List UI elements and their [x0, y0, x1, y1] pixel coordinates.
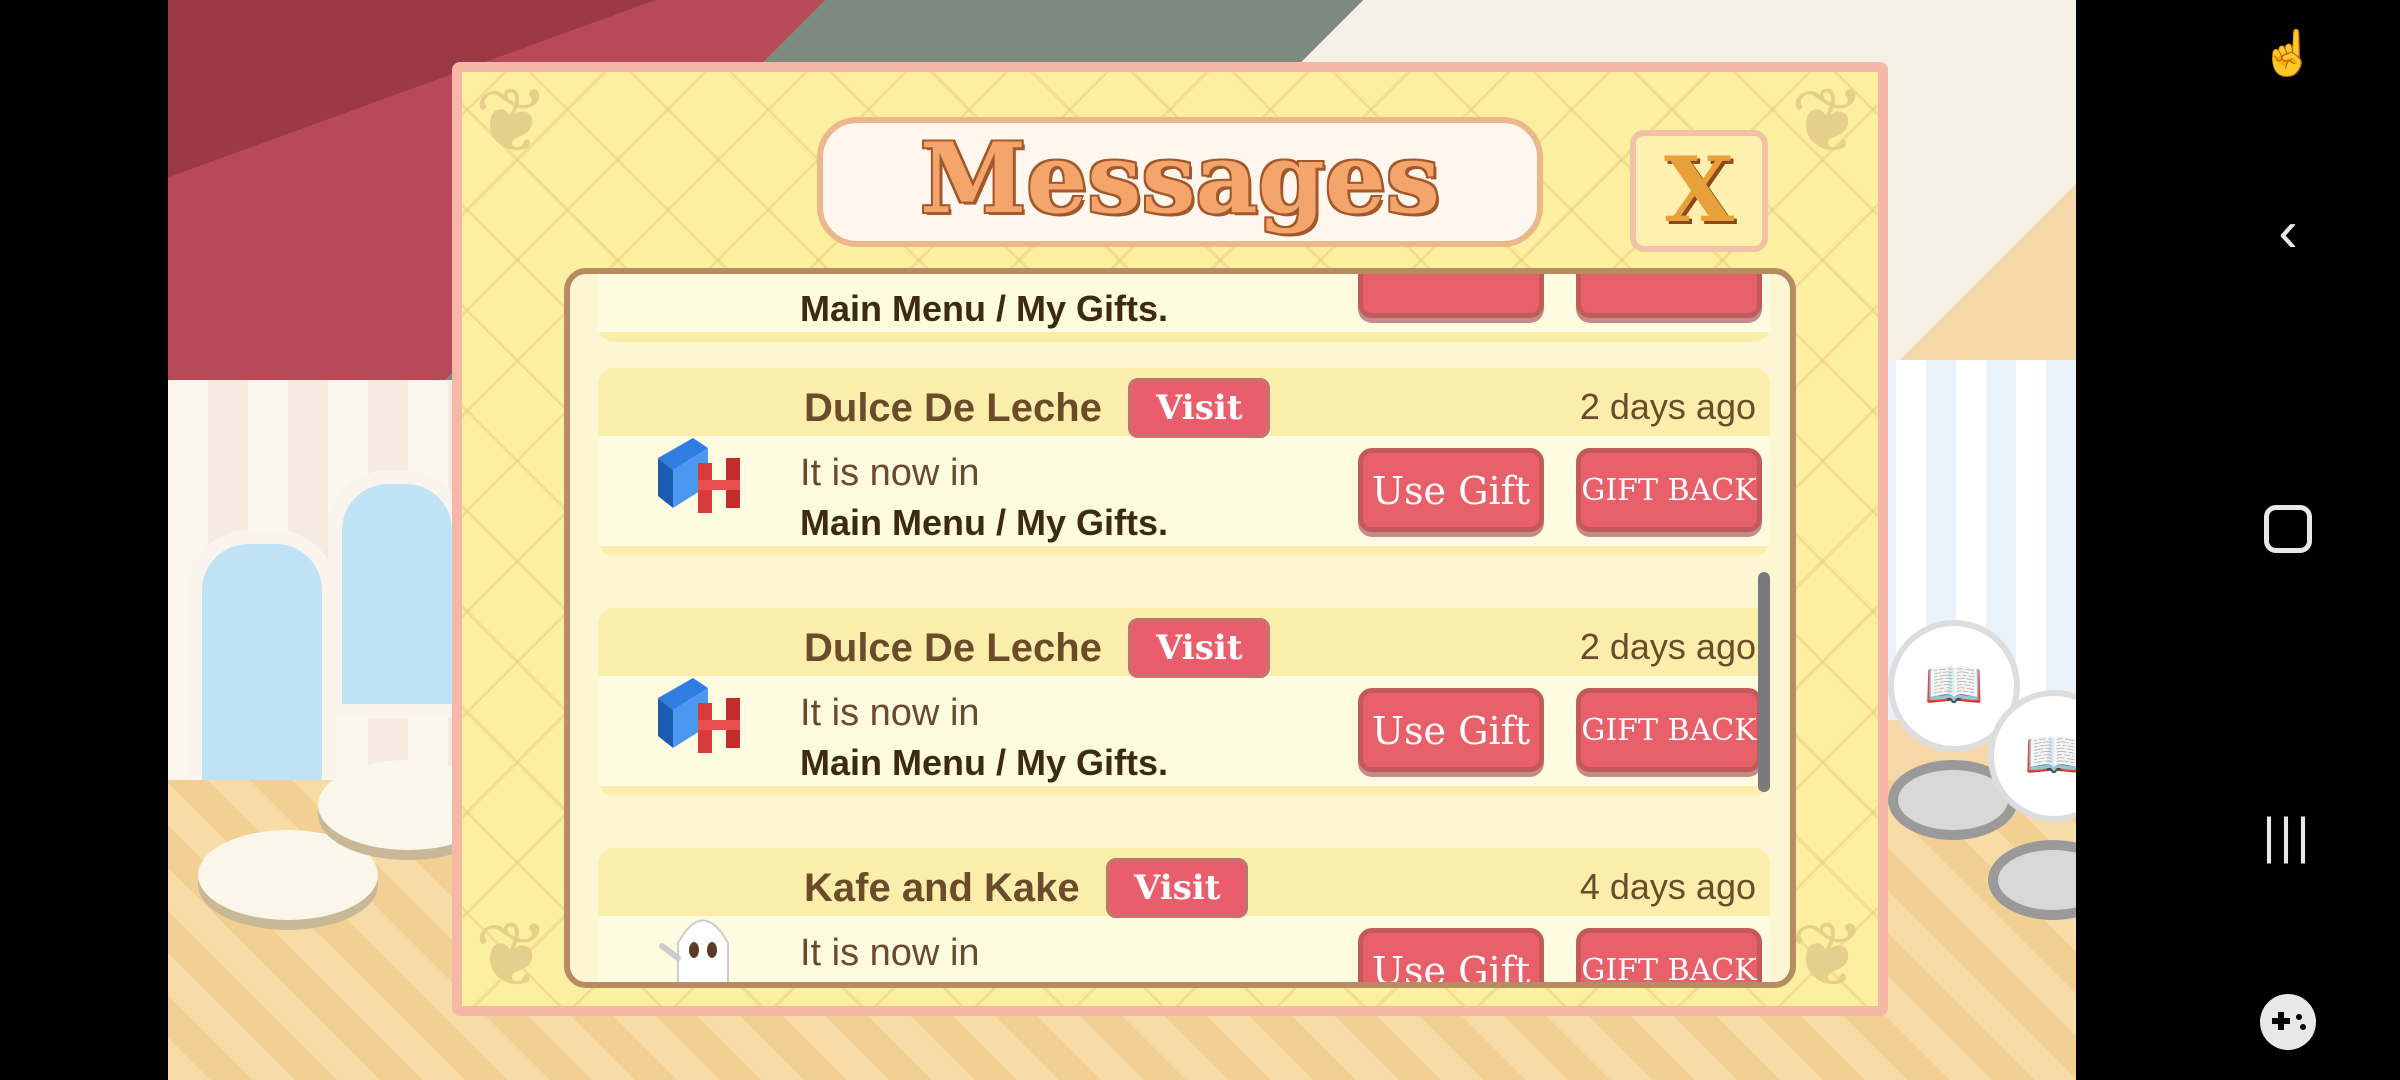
- sender-name: Dulce De Leche: [804, 386, 1102, 430]
- message-time: 4 days ago: [1579, 866, 1756, 907]
- list-item: Main Menu / My Gifts.: [598, 274, 1770, 342]
- back-chevron-icon[interactable]: ‹: [2256, 200, 2320, 264]
- message-location: Main Menu / My Gifts.: [800, 742, 1169, 783]
- game-tools-icon[interactable]: [2256, 990, 2320, 1054]
- list-scrollbar[interactable]: [1758, 572, 1770, 792]
- message-location: Main Menu / My Gifts.: [800, 502, 1169, 543]
- screen-touch-icon[interactable]: ☝: [2256, 22, 2320, 86]
- close-button[interactable]: X: [1630, 130, 1768, 252]
- corner-ornament: ❦: [1790, 72, 1866, 172]
- corner-ornament: ❦: [474, 72, 550, 172]
- cafe-window: [188, 530, 336, 798]
- gift-back-button[interactable]: GIFT BACK: [1576, 928, 1762, 982]
- message-location: Main Menu / My Gifts.: [800, 288, 1169, 329]
- blue-red-furniture-gift-icon: [658, 438, 740, 513]
- use-gift-button[interactable]: Use Gift: [1358, 448, 1544, 532]
- cafe-table: [198, 830, 378, 920]
- use-gift-button[interactable]: Use Gift: [1358, 928, 1544, 982]
- sender-name: Dulce De Leche: [804, 626, 1102, 670]
- message-text: It is now in: [800, 692, 980, 734]
- visit-button[interactable]: Visit: [1128, 618, 1271, 678]
- sender-name: Kafe and Kake: [804, 866, 1080, 910]
- message-time: 2 days ago: [1579, 386, 1756, 427]
- message-text: It is now in: [800, 932, 980, 974]
- system-nav-bar: ☝ ‹ |||: [2176, 0, 2400, 1080]
- messages-list[interactable]: Main Menu / My Gifts. Dulce De Leche Vis…: [564, 268, 1796, 988]
- corner-ornament: ❦: [474, 906, 550, 1006]
- blue-red-furniture-gift-icon: [658, 678, 740, 753]
- gift-back-button[interactable]: [1576, 274, 1762, 318]
- dialog-title: Messages: [817, 117, 1543, 247]
- message-text: It is now in: [800, 452, 980, 494]
- visit-button[interactable]: Visit: [1128, 378, 1271, 438]
- use-gift-button[interactable]: Use Gift: [1358, 688, 1544, 772]
- list-item: Kafe and Kake Visit 4 days ago It is now…: [598, 848, 1770, 982]
- gift-back-button[interactable]: GIFT BACK: [1576, 688, 1762, 772]
- recents-icon[interactable]: |||: [2256, 804, 2320, 868]
- messages-dialog: ❦ ❦ ❦ ❦ Messages X Main Menu / My Gifts.…: [452, 62, 1888, 1016]
- list-item: Dulce De Leche Visit 2 days ago It is no…: [598, 368, 1770, 556]
- gift-back-button[interactable]: GIFT BACK: [1576, 448, 1762, 532]
- ghost-gift-icon: [659, 919, 729, 982]
- list-item: Dulce De Leche Visit 2 days ago It is no…: [598, 608, 1770, 796]
- message-time: 2 days ago: [1579, 626, 1756, 667]
- use-gift-button[interactable]: [1358, 274, 1544, 318]
- cafe-window: [328, 470, 466, 718]
- home-square-icon[interactable]: [2256, 502, 2320, 566]
- visit-button[interactable]: Visit: [1106, 858, 1249, 918]
